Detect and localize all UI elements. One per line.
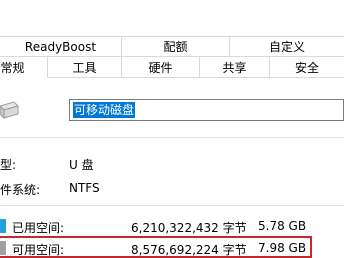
tab-general[interactable]: 常规	[0, 56, 48, 78]
free-space-label: 可用空间:	[12, 243, 65, 257]
divider-middle	[0, 205, 344, 206]
tab-sharing-label: 共享	[222, 60, 247, 75]
free-space-bytes: 8,576,692,224 字节	[131, 243, 247, 257]
tab-quota[interactable]: 配额	[122, 36, 230, 56]
tab-customize[interactable]: 自定义	[230, 36, 344, 56]
free-space-size: 7.98 GB	[258, 241, 307, 255]
used-space-label: 已用空间:	[12, 221, 65, 235]
free-space-swatch	[0, 241, 6, 255]
tab-readyboost[interactable]: ReadyBoost	[0, 36, 122, 56]
drive-name-input[interactable]: 可移动磁盘	[69, 99, 344, 121]
used-space-bytes: 6,210,322,432 字节	[131, 221, 247, 235]
used-space-size: 5.78 GB	[258, 219, 307, 233]
divider-top	[0, 137, 344, 138]
tab-customize-label: 自定义	[268, 40, 305, 54]
tab-hardware[interactable]: 硬件	[122, 56, 200, 78]
tab-hardware-label: 硬件	[148, 60, 173, 75]
tab-general-label: 常规	[0, 61, 25, 75]
used-space-swatch	[0, 219, 6, 233]
tab-readyboost-label: ReadyBoost	[24, 39, 97, 54]
type-label: 型:	[0, 158, 17, 172]
top-tab-row: ReadyBoost 配额 自定义	[0, 36, 344, 57]
usb-drive-icon	[0, 100, 20, 122]
drive-name-selected-text: 可移动磁盘	[73, 102, 136, 118]
tab-quota-label: 配额	[163, 40, 188, 54]
filesystem-label: 件系统:	[0, 183, 41, 197]
tab-security-label: 安全	[294, 60, 319, 75]
tab-security[interactable]: 安全	[270, 56, 344, 78]
tab-sharing[interactable]: 共享	[200, 56, 270, 78]
bottom-tab-row: 常规 工具 硬件 共享 安全	[0, 56, 344, 78]
tab-tools-label: 工具	[72, 60, 97, 75]
filesystem-value: NTFS	[69, 181, 100, 195]
type-value: U 盘	[69, 158, 94, 172]
tab-tools[interactable]: 工具	[48, 56, 122, 78]
